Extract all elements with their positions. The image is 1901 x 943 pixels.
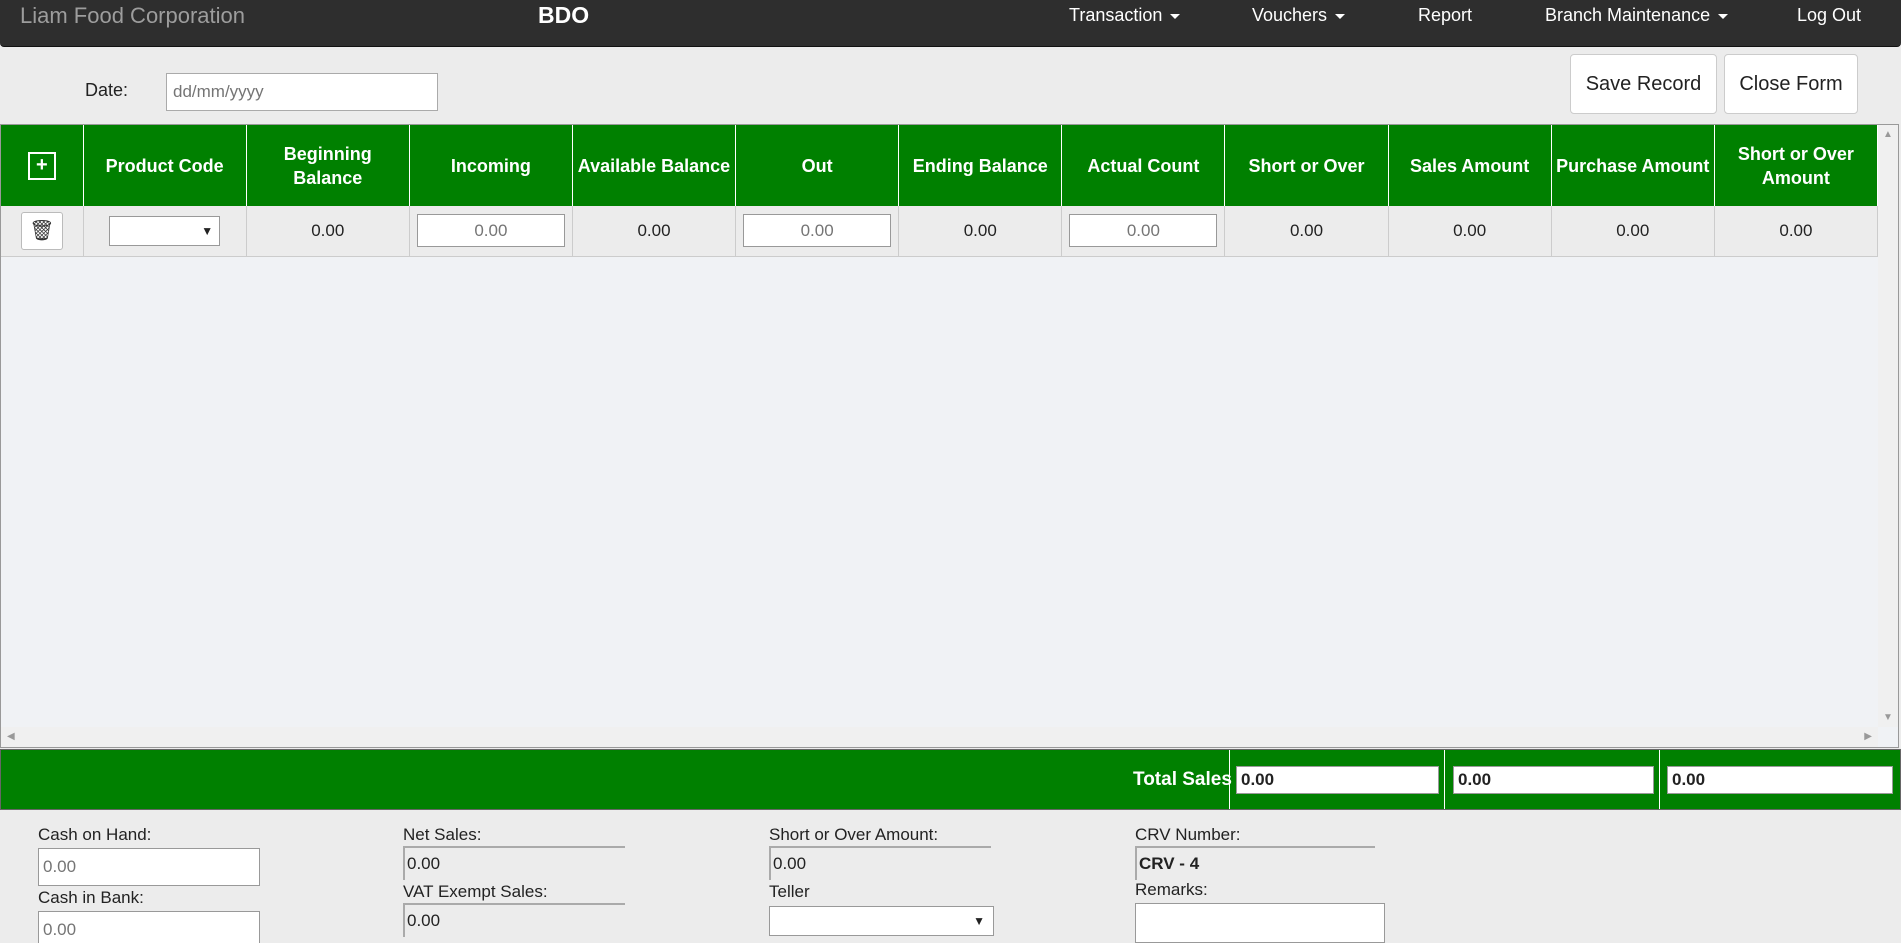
beginning-balance-cell: 0.00	[246, 206, 410, 257]
incoming-input[interactable]	[416, 214, 565, 248]
divider	[1229, 750, 1230, 809]
divider	[1444, 750, 1445, 809]
crv-number-field: CRV - 4	[1135, 846, 1375, 880]
cash-on-hand-label: Cash on Hand:	[38, 825, 152, 844]
total-sales-label: Total Sales	[1133, 769, 1232, 790]
bank-name: BDO	[538, 2, 590, 28]
ending-balance-cell: 0.00	[898, 206, 1063, 257]
teller-label: Teller	[769, 882, 810, 901]
nav-vouchers[interactable]: Vouchers	[1252, 5, 1346, 26]
out-input[interactable]	[743, 214, 892, 248]
col-header-purchase-amount: Purchase Amount	[1551, 125, 1715, 206]
col-header-beginning-balance: Beginning Balance	[246, 125, 410, 206]
scroll-left-icon[interactable]: ◀	[7, 731, 15, 742]
save-record-button[interactable]: Save Record	[1570, 54, 1717, 114]
crv-number-label: CRV Number:	[1135, 825, 1241, 844]
total-sales-bar: Total Sales 0.00 0.00 0.00	[0, 749, 1901, 810]
available-balance-cell: 0.00	[572, 206, 737, 257]
cash-in-bank-label: Cash in Bank:	[38, 888, 144, 907]
short-over-amount-field: 0.00	[769, 846, 991, 880]
table-header-row: + Product Code Beginning Balance Incomin…	[1, 125, 1879, 206]
nav-log-out[interactable]: Log Out	[1797, 5, 1861, 26]
nav-branch-maintenance[interactable]: Branch Maintenance	[1545, 5, 1729, 26]
delete-cell: 🗑	[1, 206, 84, 257]
short-or-over-cell: 0.00	[1224, 206, 1389, 257]
scroll-up-icon[interactable]: ▲	[1883, 129, 1893, 140]
cash-in-bank-input[interactable]	[38, 911, 260, 943]
nav-report[interactable]: Report	[1418, 5, 1472, 26]
nav-transaction[interactable]: Transaction	[1069, 5, 1181, 26]
nav-vouchers-label: Vouchers	[1252, 5, 1328, 25]
add-row-header: +	[1, 125, 84, 206]
actual-count-cell	[1061, 206, 1226, 257]
chevron-down-icon	[1335, 13, 1346, 19]
col-header-actual-count: Actual Count	[1061, 125, 1226, 206]
net-sales-label: Net Sales:	[403, 825, 482, 844]
scroll-right-icon[interactable]: ▶	[1864, 731, 1872, 742]
net-sales-field: 0.00	[403, 846, 625, 880]
incoming-cell	[409, 206, 573, 257]
col-header-incoming: Incoming	[409, 125, 573, 206]
top-navbar: Liam Food Corporation BDO Transaction Vo…	[0, 0, 1901, 47]
out-cell	[735, 206, 900, 257]
nav-log-out-label: Log Out	[1797, 5, 1862, 25]
product-code-select[interactable]: ▼	[109, 215, 221, 246]
purchase-amount-cell: 0.00	[1551, 206, 1715, 257]
col-header-product-code: Product Code	[83, 125, 247, 206]
col-header-ending-balance: Ending Balance	[898, 125, 1063, 206]
divider	[1659, 750, 1660, 809]
horizontal-scrollbar[interactable]: ◀ ▶	[1, 727, 1878, 747]
col-header-short-or-over: Short or Over	[1224, 125, 1389, 206]
nav-report-label: Report	[1418, 5, 1473, 25]
remarks-label: Remarks:	[1135, 880, 1208, 899]
brand-name[interactable]: Liam Food Corporation	[20, 3, 245, 29]
short-over-amount-label: Short or Over Amount:	[769, 825, 939, 844]
product-grid: + Product Code Beginning Balance Incomin…	[0, 124, 1899, 748]
vat-exempt-label: VAT Exempt Sales:	[403, 882, 548, 901]
vertical-scrollbar[interactable]: ▲ ▼	[1878, 125, 1898, 727]
total-purchase-amount: 0.00	[1453, 766, 1654, 794]
trash-icon[interactable]: 🗑	[20, 211, 63, 250]
short-or-over-amount-cell: 0.00	[1714, 206, 1879, 257]
col-header-short-or-over-amount: Short or Over Amount	[1714, 125, 1879, 206]
nav-transaction-label: Transaction	[1069, 5, 1163, 25]
product-table: + Product Code Beginning Balance Incomin…	[1, 125, 1879, 257]
col-header-available-balance: Available Balance	[572, 125, 737, 206]
date-input[interactable]	[166, 73, 438, 111]
close-form-button[interactable]: Close Form	[1724, 54, 1858, 114]
product-code-cell: ▼	[83, 206, 247, 257]
total-sales-amount: 0.00	[1236, 766, 1439, 794]
vat-exempt-field: 0.00	[403, 903, 625, 937]
chevron-down-icon	[1170, 13, 1181, 19]
teller-select[interactable]: ▼	[769, 906, 994, 936]
chevron-down-icon	[1718, 13, 1729, 19]
table-row: 🗑 ▼ 0.00 0.00 0.00 0.00 0.00 0.00 0.00	[1, 206, 1879, 257]
total-short-or-over-amount: 0.00	[1667, 766, 1893, 794]
sales-amount-cell: 0.00	[1388, 206, 1552, 257]
add-row-icon[interactable]: +	[27, 151, 56, 180]
scroll-down-icon[interactable]: ▼	[1883, 712, 1893, 723]
date-label: Date:	[85, 80, 129, 100]
col-header-out: Out	[735, 125, 900, 206]
cash-on-hand-input[interactable]	[38, 848, 260, 886]
nav-branch-maintenance-label: Branch Maintenance	[1545, 5, 1711, 25]
actual-count-input[interactable]	[1069, 214, 1218, 248]
col-header-sales-amount: Sales Amount	[1388, 125, 1552, 206]
remarks-input[interactable]	[1135, 903, 1385, 943]
